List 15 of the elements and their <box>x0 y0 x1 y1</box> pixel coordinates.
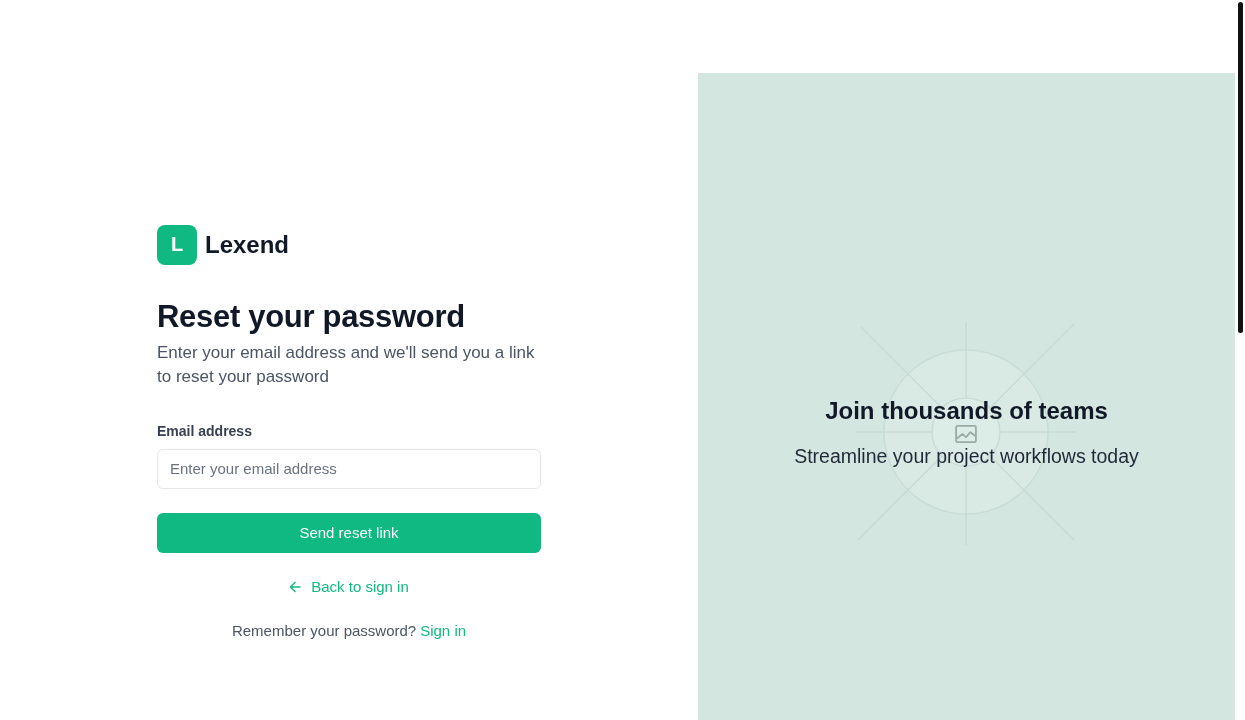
page-subtitle: Enter your email address and we'll send you a link to reset your password <box>157 341 536 388</box>
email-input[interactable]: Enter your email address <box>157 448 541 489</box>
email-label: Email address <box>157 421 253 441</box>
page-heading: Reset your password <box>157 297 466 336</box>
promo-title: Join thousands of teams <box>825 397 1108 425</box>
image-icon <box>955 425 978 443</box>
sign-in-link[interactable]: Sign in <box>420 620 467 641</box>
logo-mark: L <box>157 224 197 265</box>
back-to-sign-in-link[interactable]: Back to sign in <box>289 576 409 597</box>
send-reset-link-button[interactable]: Send reset link <box>157 512 541 553</box>
scrollbar-thumb[interactable] <box>1238 2 1243 333</box>
promo-subtitle: Streamline your project workflows today <box>794 444 1139 468</box>
logo-name: Lexend <box>205 230 290 259</box>
remember-password-text: Remember your password? <box>231 620 417 641</box>
arrow-left-icon <box>289 580 302 593</box>
